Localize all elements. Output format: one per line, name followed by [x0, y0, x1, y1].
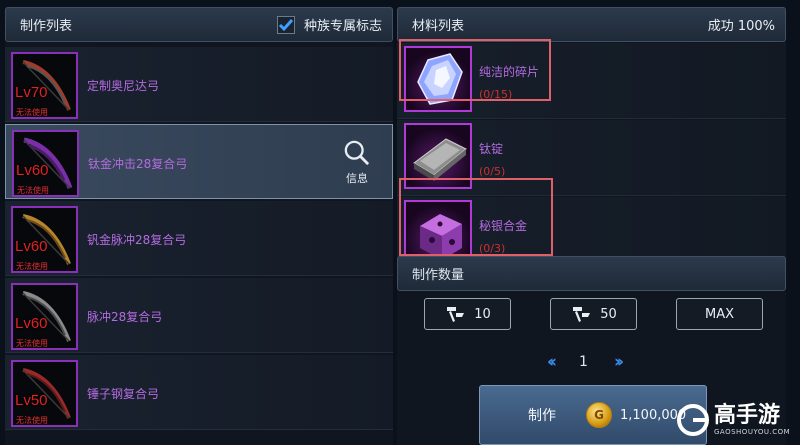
site-watermark: 高手游 GAOSHOUYOU.COM [676, 399, 794, 441]
quantity-value: 1 [579, 354, 588, 370]
quantity-pager: ‹‹ 1 ›› [547, 352, 624, 372]
unusable-label: 无法使用 [16, 416, 48, 425]
material-count: (0/5) [479, 165, 506, 178]
quantity-50-button[interactable]: 50 [550, 298, 637, 330]
craft-item-name: 脉冲28复合弓 [87, 310, 163, 324]
bow-icon: Lv50 无法使用 [11, 360, 78, 427]
level-label: Lv60 [16, 162, 49, 179]
info-label: 信息 [346, 172, 368, 185]
unusable-label: 无法使用 [16, 262, 48, 271]
level-label: Lv60 [15, 315, 48, 332]
quantity-max-label: MAX [704, 306, 734, 322]
craft-list-header: 制作列表 种族专属标志 [5, 7, 393, 42]
craft-item-list: Lv70 无法使用 定制奥尼达弓 Lv60 无法使用 钛金冲击28复合弓 信息 … [5, 47, 393, 432]
race-exclusive-label: 种族专属标志 [303, 19, 382, 34]
craft-list-title: 制作列表 [20, 19, 73, 34]
unusable-label: 无法使用 [16, 339, 48, 348]
crystal-shard-icon [404, 46, 472, 112]
material-item-0[interactable]: 纯洁的碎片 (0/15) [397, 43, 786, 119]
quantity-50-label: 50 [600, 306, 617, 322]
craft-item-0[interactable]: Lv70 无法使用 定制奥尼达弓 [5, 47, 393, 122]
quantity-title: 制作数量 [412, 268, 465, 283]
material-name: 秘银合金 [479, 219, 528, 233]
race-exclusive-checkbox[interactable] [276, 15, 295, 34]
info-button[interactable]: 信息 [340, 140, 374, 186]
g-logo-icon [677, 404, 709, 436]
craft-item-name: 钒金脉冲28复合弓 [87, 233, 187, 247]
craft-item-name: 钛金冲击28复合弓 [88, 157, 188, 171]
quantity-10-label: 10 [474, 306, 491, 322]
craft-list-panel: 制作列表 种族专属标志 Lv70 无法使用 定制奥尼达弓 Lv60 无法使用 钛… [5, 7, 393, 445]
material-list-header: 材料列表 成功 100% [397, 7, 786, 42]
craft-item-2[interactable]: Lv60 无法使用 钒金脉冲28复合弓 [5, 201, 393, 276]
check-icon [278, 18, 294, 31]
bow-icon: Lv70 无法使用 [11, 52, 78, 119]
quantity-max-button[interactable]: MAX [676, 298, 763, 330]
unusable-label: 无法使用 [16, 108, 48, 117]
level-label: Lv70 [15, 84, 48, 101]
material-count: (0/15) [479, 88, 513, 101]
material-count: (0/3) [479, 242, 506, 255]
bow-icon: Lv60 无法使用 [11, 206, 78, 273]
material-name: 纯洁的碎片 [479, 65, 540, 79]
watermark-text: 高手游 [714, 403, 781, 428]
material-name: 钛锭 [479, 142, 504, 156]
quantity-header: 制作数量 [397, 256, 786, 291]
material-list-title: 材料列表 [412, 19, 465, 34]
bow-icon: Lv60 无法使用 [11, 283, 78, 350]
craft-item-3[interactable]: Lv60 无法使用 脉冲28复合弓 [5, 278, 393, 353]
double-left-arrow-icon[interactable]: ‹‹ [547, 352, 557, 372]
ingot-icon [404, 123, 472, 189]
material-panel: 材料列表 成功 100% 纯洁的碎片 (0/15) 钛锭 (0/5) 秘银合金 … [397, 7, 786, 445]
bow-icon: Lv60 无法使用 [12, 130, 79, 197]
success-rate: 成功 100% [707, 19, 775, 34]
material-list: 纯洁的碎片 (0/15) 钛锭 (0/5) 秘银合金 (0/3) [397, 43, 786, 274]
craft-item-1[interactable]: Lv60 无法使用 钛金冲击28复合弓 信息 [5, 124, 393, 199]
unusable-label: 无法使用 [17, 186, 49, 195]
double-right-arrow-icon[interactable]: ›› [614, 352, 624, 372]
hammer-icon [573, 307, 591, 322]
craft-item-name: 锤子钢复合弓 [87, 387, 160, 401]
craft-item-name: 定制奥尼达弓 [87, 79, 160, 93]
hammer-icon [447, 307, 465, 322]
craft-button[interactable]: 制作 G 1,100,000 [479, 385, 707, 445]
quantity-10-button[interactable]: 10 [424, 298, 511, 330]
gold-coin-icon: G [586, 402, 612, 428]
level-label: Lv60 [15, 238, 48, 255]
craft-item-4[interactable]: Lv50 无法使用 锤子钢复合弓 [5, 355, 393, 430]
craft-label: 制作 [528, 408, 556, 424]
material-item-1[interactable]: 钛锭 (0/5) [397, 120, 786, 196]
level-label: Lv50 [15, 392, 48, 409]
watermark-url: GAOSHOUYOU.COM [714, 428, 791, 436]
magnifier-icon [344, 140, 370, 166]
